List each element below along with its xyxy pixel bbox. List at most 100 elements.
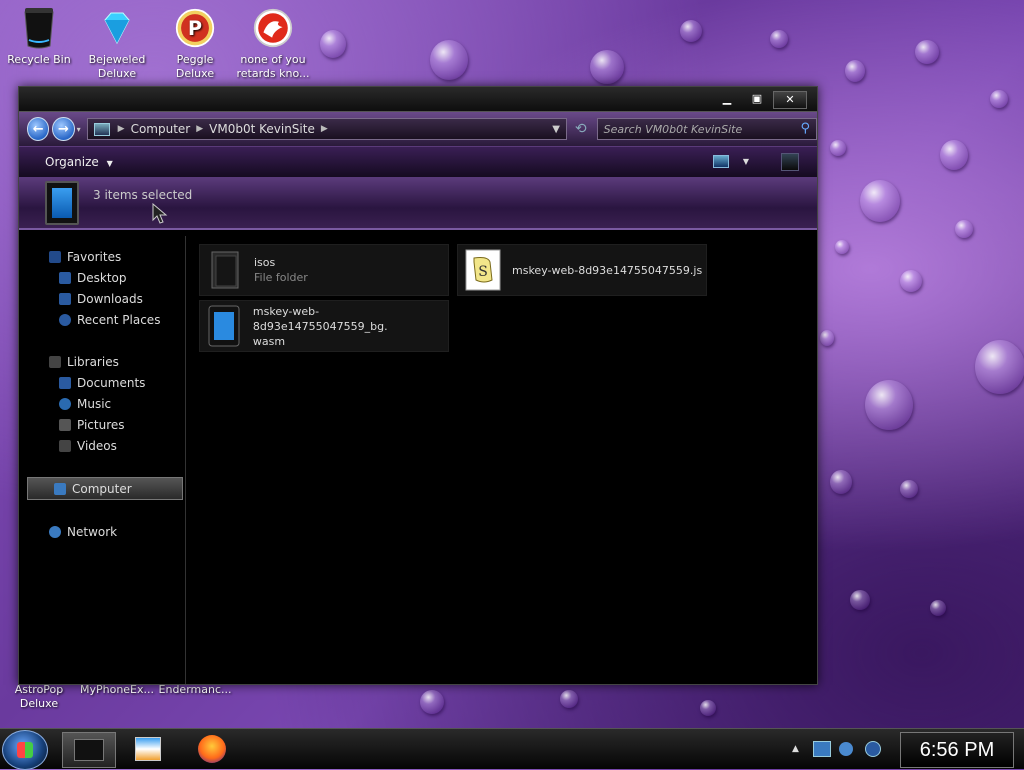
peggle-shortcut[interactable]: P Peggle Deluxe xyxy=(156,6,234,81)
window-body: Favorites Desktop Downloads Recent Place… xyxy=(19,236,817,684)
system-clock[interactable]: 6:56 PM xyxy=(900,732,1014,768)
arrow-right-icon: → xyxy=(58,121,69,137)
peggle-icon: P xyxy=(175,6,215,50)
file-list: isos File folder S mskey-web-8d93e147550… xyxy=(199,244,817,684)
favorites-label: Favorites xyxy=(67,249,122,264)
videos-icon xyxy=(59,439,71,452)
breadcrumb-separator-icon: ▶ xyxy=(117,124,125,134)
sidebar-item-label: Recent Places xyxy=(77,312,161,327)
view-options-button[interactable]: ▼ xyxy=(712,155,749,168)
desktop-icon-label: MyPhoneEx... xyxy=(79,683,155,696)
libraries-label: Libraries xyxy=(67,354,119,369)
navigation-pane: Favorites Desktop Downloads Recent Place… xyxy=(19,236,186,684)
selection-thumbnail-icon xyxy=(45,181,79,225)
folder-icon xyxy=(206,247,244,293)
desktop-icon-label: AstroPop Deluxe xyxy=(14,683,64,710)
libraries-icon xyxy=(49,355,61,368)
taskbar-item-media-player[interactable] xyxy=(122,732,174,766)
address-bar[interactable]: ▶ Computer ▶ VM0b0t KevinSite ▶ ▼ xyxy=(86,118,567,140)
desktop-icon-label: Endermanc... xyxy=(158,683,232,696)
desktop-icon-label: Bejeweled Deluxe xyxy=(88,53,146,80)
sidebar-item-pictures[interactable]: Pictures xyxy=(19,414,185,435)
selection-status: 3 items selected xyxy=(93,188,193,202)
action-center-icon[interactable] xyxy=(838,742,853,756)
organize-button[interactable]: Organize ▼ xyxy=(45,155,113,169)
close-button[interactable]: ✕ xyxy=(773,91,807,109)
sidebar-item-videos[interactable]: Videos xyxy=(19,435,185,456)
sidebar-item-label: Pictures xyxy=(77,417,125,432)
organize-label: Organize xyxy=(45,155,99,169)
firefox-icon xyxy=(198,735,226,763)
forward-button[interactable]: → xyxy=(52,117,75,141)
breadcrumb-computer[interactable]: Computer xyxy=(125,122,197,136)
sidebar-item-music[interactable]: Music xyxy=(19,393,185,414)
dragon-icon xyxy=(253,6,293,50)
address-row: ← → ▾ ▶ Computer ▶ VM0b0t KevinSite ▶ ▼ … xyxy=(19,111,817,146)
custom-shortcut[interactable]: none of you retards kno... xyxy=(234,6,312,81)
sidebar-header-libraries[interactable]: Libraries xyxy=(19,351,185,372)
back-button[interactable]: ← xyxy=(27,117,50,141)
sidebar-item-label: Videos xyxy=(77,438,117,453)
title-bar[interactable]: ▁ ▣ ✕ xyxy=(19,87,817,111)
file-name-continued: wasm xyxy=(252,334,286,348)
file-item-wasm[interactable]: mskey-web-8d93e14755047559_bg. wasm xyxy=(199,300,449,352)
taskbar-item-firefox[interactable] xyxy=(186,732,238,766)
desktop-icon-label: Peggle Deluxe xyxy=(175,53,215,80)
astropop-shortcut[interactable]: AstroPop Deluxe xyxy=(0,683,78,711)
sidebar-item-label: Downloads xyxy=(77,291,143,306)
myphoneex-shortcut[interactable]: MyPhoneEx... xyxy=(78,683,156,697)
volume-icon[interactable] xyxy=(864,741,881,757)
start-button[interactable] xyxy=(2,730,48,770)
arrow-left-icon: ← xyxy=(32,121,44,137)
script-file-icon: S xyxy=(464,247,502,293)
search-placeholder: Search VM0b0t KevinSite xyxy=(603,122,743,136)
documents-icon xyxy=(59,376,71,389)
svg-text:P: P xyxy=(188,17,202,40)
sidebar-item-label: Desktop xyxy=(77,270,127,285)
star-icon xyxy=(49,250,61,263)
maximize-button[interactable]: ▣ xyxy=(743,91,771,107)
file-type: File folder xyxy=(254,271,308,284)
bejeweled-shortcut[interactable]: Bejeweled Deluxe xyxy=(78,6,156,81)
windows-logo-icon xyxy=(17,742,33,758)
recycle-bin-icon xyxy=(19,6,59,50)
sidebar-header-favorites[interactable]: Favorites xyxy=(19,246,185,267)
file-name: isos xyxy=(254,256,276,269)
refresh-icon[interactable]: ⟲ xyxy=(575,121,587,137)
breadcrumb-separator-icon: ▶ xyxy=(320,124,328,134)
minimize-button[interactable]: ▁ xyxy=(713,91,741,107)
music-icon xyxy=(59,397,71,410)
chevron-down-icon: ▼ xyxy=(742,157,749,166)
breadcrumb-separator-icon: ▶ xyxy=(196,124,204,134)
sidebar-item-recent-places[interactable]: Recent Places xyxy=(19,309,185,330)
sidebar-item-desktop[interactable]: Desktop xyxy=(19,267,185,288)
sidebar-item-label: Network xyxy=(67,524,118,539)
file-item-js[interactable]: S mskey-web-8d93e14755047559.js xyxy=(457,244,707,296)
breadcrumb-current-folder[interactable]: VM0b0t KevinSite xyxy=(203,122,321,136)
sidebar-item-label: Music xyxy=(77,396,112,411)
diamond-icon xyxy=(97,6,137,50)
endermanch-shortcut[interactable]: Endermanc... xyxy=(156,683,234,697)
sidebar-item-network[interactable]: Network xyxy=(19,521,185,542)
network-tray-icon[interactable] xyxy=(812,741,831,757)
recycle-bin-shortcut[interactable]: Recycle Bin xyxy=(0,6,78,67)
history-dropdown-icon[interactable]: ▾ xyxy=(77,125,81,134)
show-hidden-icons-icon[interactable]: ▲ xyxy=(792,744,799,754)
file-item-folder[interactable]: isos File folder xyxy=(199,244,449,296)
computer-icon xyxy=(54,482,66,495)
preview-pane-button[interactable] xyxy=(781,153,799,171)
chevron-down-icon: ▼ xyxy=(106,159,113,168)
taskbar-item-explorer[interactable] xyxy=(62,732,116,768)
search-input[interactable]: Search VM0b0t KevinSite ⚲ xyxy=(596,118,817,140)
search-icon[interactable]: ⚲ xyxy=(800,121,810,136)
pictures-icon xyxy=(59,418,71,431)
details-pane: 3 items selected xyxy=(19,178,817,230)
sidebar-item-documents[interactable]: Documents xyxy=(19,372,185,393)
sidebar-item-label: Documents xyxy=(77,375,146,390)
sidebar-item-downloads[interactable]: Downloads xyxy=(19,288,185,309)
sidebar-item-computer[interactable]: Computer xyxy=(27,477,183,500)
command-bar: Organize ▼ ▼ xyxy=(19,146,817,178)
file-name: mskey-web-8d93e14755047559_bg. xyxy=(252,304,388,333)
address-dropdown-icon[interactable]: ▼ xyxy=(552,124,560,135)
explorer-window: ▁ ▣ ✕ ← → ▾ ▶ Computer ▶ VM0b0t KevinSit… xyxy=(18,86,818,685)
